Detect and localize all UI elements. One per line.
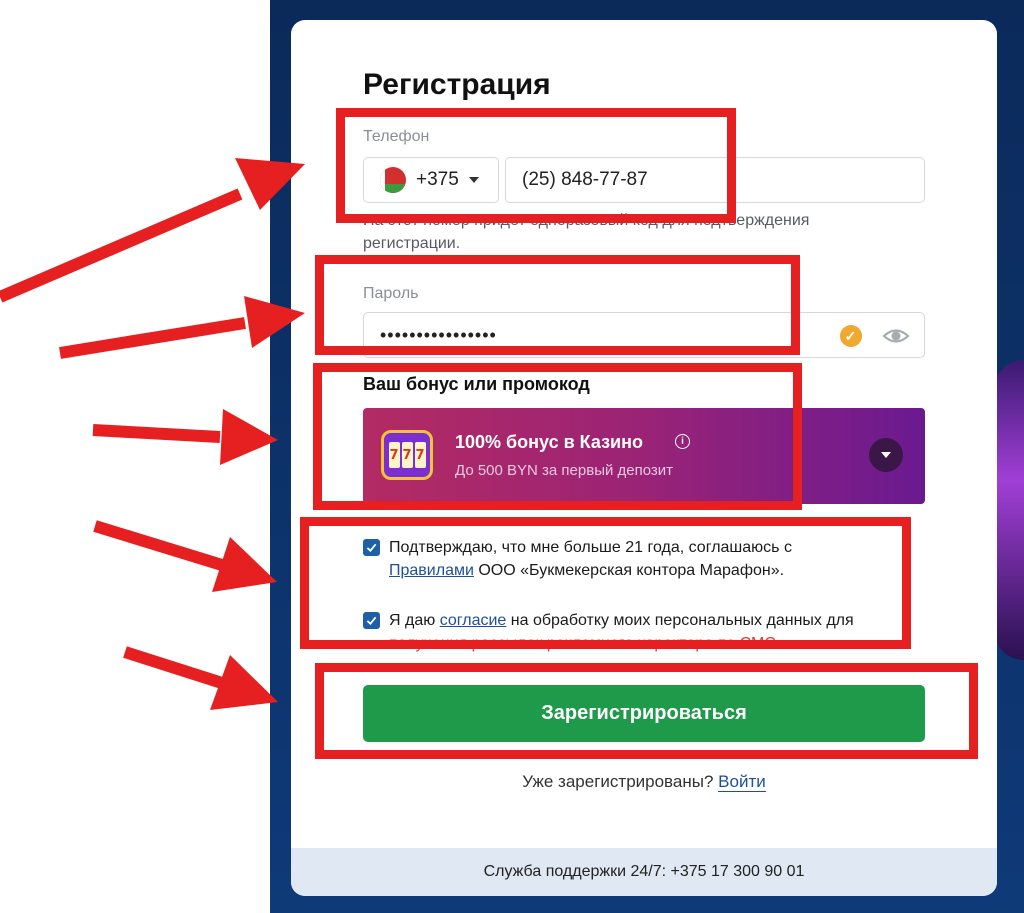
arrow-head-consents — [212, 537, 277, 592]
check-circle-icon: ✓ — [840, 325, 862, 347]
page-title: Регистрация — [363, 68, 551, 101]
login-prompt: Уже зарегистрированы? — [522, 772, 714, 791]
login-prompt-row: Уже зарегистрированы? Войти — [291, 772, 997, 792]
annotation-box-bonus — [313, 363, 802, 510]
annotation-box-consents — [300, 517, 911, 649]
eye-icon[interactable] — [882, 324, 910, 348]
arrow-head-register — [210, 655, 278, 710]
login-link[interactable]: Войти — [718, 772, 766, 792]
support-footer: Служба поддержки 24/7: +375 17 300 90 01 — [291, 848, 997, 896]
annotation-box-register — [315, 663, 978, 759]
background-decoration — [994, 360, 1024, 660]
bonus-dropdown-button[interactable] — [869, 438, 903, 472]
chevron-down-icon — [881, 452, 891, 458]
annotation-box-phone — [336, 108, 736, 223]
annotation-box-password — [315, 255, 800, 355]
